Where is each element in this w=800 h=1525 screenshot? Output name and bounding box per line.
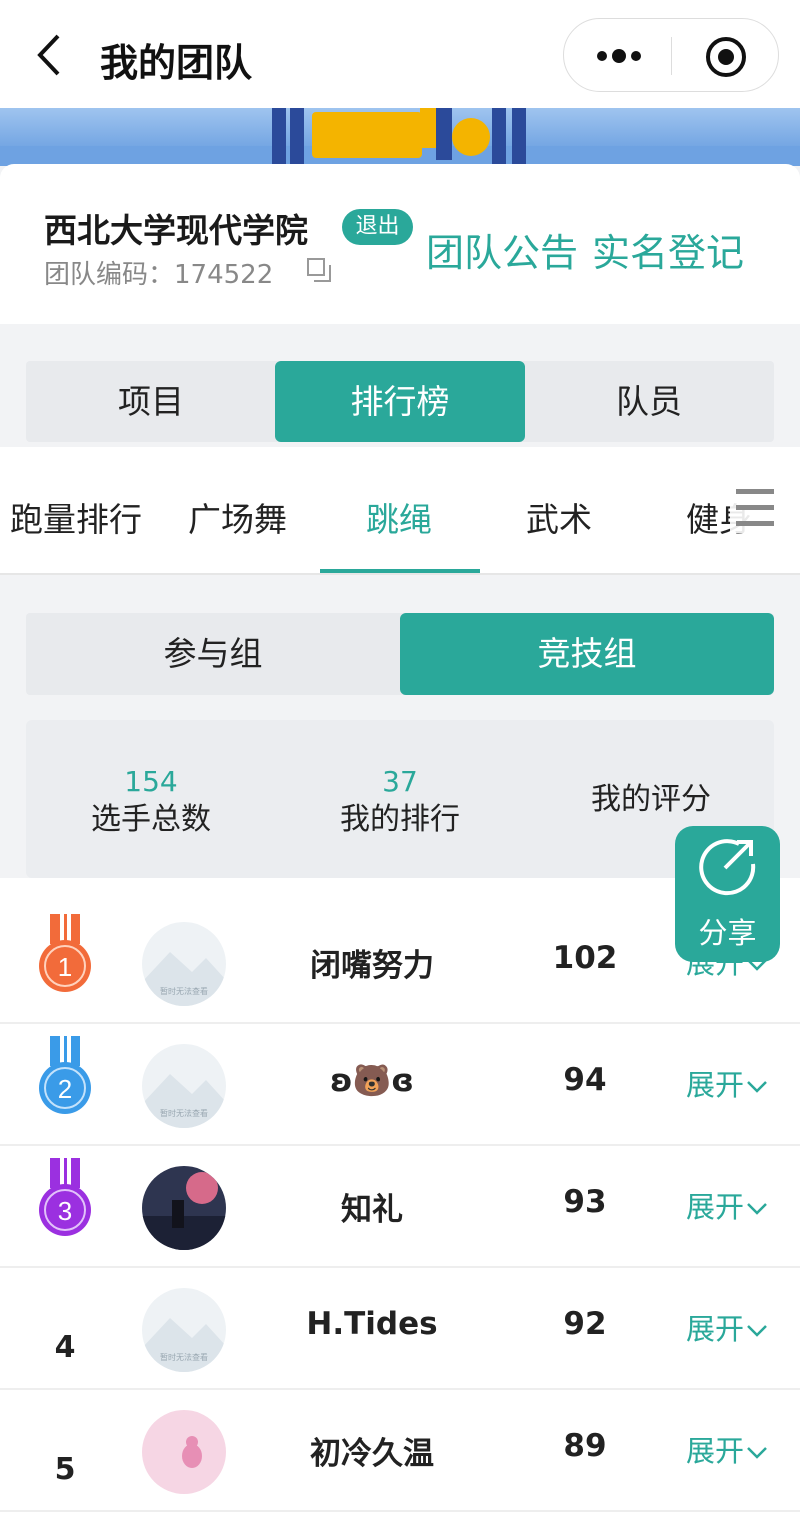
group-participation[interactable]: 参与组	[26, 613, 400, 695]
banner-image	[0, 108, 800, 166]
tab-members[interactable]: 队员	[524, 361, 774, 442]
announcement-link[interactable]: 团队公告	[426, 231, 578, 275]
chevron-down-icon	[747, 1081, 767, 1093]
stat-my-rank-label: 我的排行	[340, 802, 460, 837]
avatar-placeholder-text: 暂时无法查看	[160, 1108, 208, 1118]
page-title: 我的团队	[100, 41, 253, 85]
avatar-placeholder-text: 暂时无法查看	[160, 1352, 208, 1362]
stat-total-value: 154	[124, 765, 178, 798]
subtab-square-dance[interactable]: 广场舞	[188, 493, 287, 541]
main-tabs: 项目 排行榜 队员	[26, 361, 774, 442]
silver-medal-icon: 2	[39, 1036, 91, 1114]
player-name: 初冷久温	[310, 1436, 434, 1472]
expand-label: 展开	[686, 1312, 745, 1346]
avatar[interactable]: 暂时无法查看	[142, 1288, 226, 1372]
stat-my-rank: 37 我的排行	[275, 764, 525, 840]
team-code-label: 团队编码：	[44, 260, 175, 290]
share-label: 分享	[698, 916, 757, 950]
team-code-value: 174522	[174, 260, 274, 290]
expand-label: 展开	[686, 1068, 745, 1102]
expand-button[interactable]: 展开	[686, 1062, 768, 1104]
avatar[interactable]: 暂时无法查看	[142, 922, 226, 1006]
rank-number: 4	[54, 1330, 76, 1365]
player-name: H.Tides	[306, 1306, 438, 1342]
active-tab-indicator	[320, 569, 480, 573]
tab-leaderboard[interactable]: 排行榜	[275, 361, 525, 442]
player-score: 93	[563, 1184, 607, 1220]
expand-label: 展开	[686, 1434, 745, 1468]
close-miniprogram-icon[interactable]	[704, 35, 748, 79]
miniprogram-capsule	[563, 18, 779, 92]
chevron-down-icon	[747, 1203, 767, 1215]
menu-icon[interactable]	[730, 485, 780, 533]
expand-button[interactable]: 展开	[686, 1306, 768, 1348]
avatar[interactable]: 暂时无法查看	[142, 1044, 226, 1128]
share-icon	[699, 839, 756, 896]
player-name: 知礼	[341, 1192, 403, 1228]
rank-number: 5	[54, 1452, 76, 1487]
chevron-down-icon	[747, 1447, 767, 1459]
quit-button[interactable]: 退出	[342, 209, 413, 245]
medal-rank-number: 1	[58, 952, 72, 982]
ranking-row: 5 初冷久温 89 展开	[0, 1390, 800, 1512]
ranking-row: 4 暂时无法查看 H.Tides 92 展开	[0, 1268, 800, 1390]
player-score: 102	[552, 940, 618, 976]
chevron-down-icon	[747, 1325, 767, 1337]
more-icon[interactable]	[594, 41, 644, 71]
medal-rank-number: 2	[58, 1074, 72, 1104]
stat-my-rank-value: 37	[382, 765, 418, 798]
team-links: 团队公告 实名登记	[426, 222, 758, 277]
back-icon[interactable]	[30, 30, 70, 80]
avatar[interactable]	[142, 1166, 226, 1250]
avatar-placeholder-text: 暂时无法查看	[160, 986, 208, 996]
player-score: 92	[563, 1306, 607, 1342]
realname-link[interactable]: 实名登记	[592, 231, 744, 275]
stats-panel: 154 选手总数 37 我的排行 我的评分	[26, 720, 774, 878]
avatar[interactable]	[142, 1410, 226, 1494]
bronze-medal-icon: 3	[39, 1158, 91, 1236]
player-name: ʚ🐻ɞ	[330, 1063, 414, 1099]
expand-button[interactable]: 展开	[686, 1428, 768, 1470]
subtab-jump-rope[interactable]: 跳绳	[366, 493, 432, 541]
subtab-running[interactable]: 跑量排行	[10, 493, 142, 541]
copy-icon[interactable]	[306, 257, 332, 283]
ranking-list: 1 暂时无法查看 闭嘴努力 102 展开 2 暂时无法查看 ʚ🐻ɞ 94 展开 …	[0, 878, 800, 1525]
expand-button[interactable]: 展开	[686, 1184, 768, 1226]
share-button[interactable]: 分享	[675, 826, 780, 962]
nav-bar: 我的团队	[0, 0, 800, 108]
ranking-row: 2 暂时无法查看 ʚ🐻ɞ 94 展开	[0, 1024, 800, 1146]
expand-label: 展开	[686, 1190, 745, 1224]
gold-medal-icon: 1	[39, 914, 91, 992]
team-code: 团队编码：174522	[44, 254, 273, 291]
ranking-row: 3 知礼 93 展开	[0, 1146, 800, 1268]
sport-tabs: 跑量排行 广场舞 跳绳 武术 健身	[0, 447, 800, 575]
player-score: 89	[563, 1428, 607, 1464]
player-score: 94	[563, 1062, 607, 1098]
group-segment: 参与组 竞技组	[26, 613, 774, 695]
stat-my-score-label: 我的评分	[591, 782, 711, 817]
capsule-divider	[671, 37, 672, 75]
tab-projects[interactable]: 项目	[26, 361, 276, 442]
subtab-martial-arts[interactable]: 武术	[526, 493, 592, 541]
player-name: 闭嘴努力	[310, 948, 434, 984]
team-card: 西北大学现代学院 退出 团队编码：174522 团队公告 实名登记	[0, 164, 800, 324]
stat-total: 154 选手总数	[26, 764, 276, 840]
group-competitive[interactable]: 竞技组	[400, 613, 774, 695]
medal-rank-number: 3	[58, 1196, 72, 1226]
team-name: 西北大学现代学院	[44, 211, 308, 250]
stat-total-label: 选手总数	[91, 802, 211, 837]
stat-my-score: 我的评分	[526, 780, 776, 820]
